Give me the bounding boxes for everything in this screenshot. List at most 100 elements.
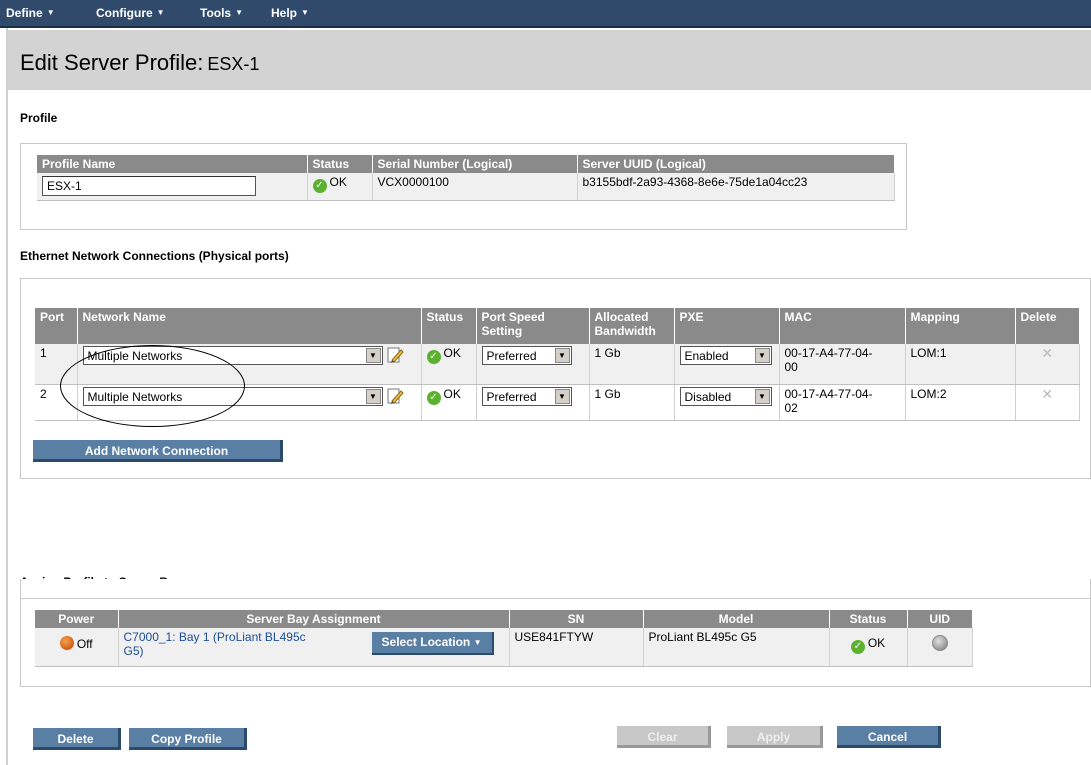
col-delete: Delete — [1015, 308, 1080, 344]
delete-button[interactable]: Delete — [33, 728, 121, 750]
profile-table-header: Profile Name Status Serial Number (Logic… — [37, 155, 895, 173]
col-port-speed-line1: Port Speed — [481, 310, 545, 324]
profile-panel: Profile Name Status Serial Number (Logic… — [20, 143, 907, 230]
server-status: OK — [867, 636, 886, 650]
check-ok-icon: ✓ — [312, 179, 327, 193]
bay-assignment-link[interactable]: C7000_1: Bay 1 (ProLiant BL495c G5) — [124, 630, 306, 658]
chevron-down-icon: ▼ — [301, 8, 309, 17]
network-connection-row: 1 Multiple Networks ▼ ✓ OK Preferred ▼ 1 Gb… — [35, 344, 1080, 385]
col-pxe: PXE — [674, 308, 780, 344]
port-speed-cell: Preferred ▼ — [476, 344, 590, 385]
col-status: Status — [307, 155, 373, 173]
col-uid: UID — [907, 610, 973, 628]
server-bay-panel: Power Server Bay Assignment SN Model Sta… — [20, 598, 1091, 687]
pxe-value: Enabled — [684, 349, 729, 363]
cancel-button[interactable]: Cancel — [837, 726, 941, 748]
col-sn: SN — [509, 610, 644, 628]
mac-line1: 00-17-A4-77-04- — [784, 346, 873, 360]
mac-cell: 00-17-A4-77-04- 00 — [779, 344, 906, 385]
col-server-bay-assignment: Server Bay Assignment — [118, 610, 510, 628]
connection-status: OK — [443, 386, 461, 401]
profile-serial: VCX0000100 — [372, 173, 578, 201]
port-speed-select[interactable]: Preferred ▼ — [481, 346, 572, 365]
profile-name-cell: ESX-1 — [37, 173, 308, 201]
server-bay-table: Power Server Bay Assignment SN Model Sta… — [35, 610, 973, 667]
bay-assignment-line2: G5) — [123, 644, 144, 658]
profile-table: Profile Name Status Serial Number (Logic… — [37, 155, 895, 201]
ethernet-table: Port Network Name Status Port Speed Setti… — [35, 308, 1080, 421]
select-location-button[interactable]: Select Location ▼ — [371, 632, 494, 655]
dropdown-arrow-icon: ▼ — [554, 388, 570, 404]
col-mapping: Mapping — [905, 308, 1016, 344]
profile-status: OK — [329, 175, 347, 189]
menu-configure[interactable]: Configure ▼ — [96, 6, 165, 20]
network-name-cell: Multiple Networks ▼ — [77, 344, 422, 385]
pxe-select[interactable]: Enabled ▼ — [679, 346, 772, 365]
network-name-value: Multiple Networks — [87, 349, 183, 363]
mapping: LOM:2 — [905, 384, 1016, 421]
page-title-label: Edit Server Profile: — [20, 50, 204, 75]
menu-define[interactable]: Define ▼ — [6, 6, 55, 20]
bay-assignment-content: C7000_1: Bay 1 (ProLiant BL495c G5) Selec… — [124, 630, 504, 658]
check-ok-icon: ✓ — [850, 640, 865, 654]
profile-section-title: Profile — [20, 111, 58, 125]
col-serial-number: Serial Number (Logical) — [372, 155, 578, 173]
col-port-speed: Port Speed Setting — [476, 308, 590, 344]
apply-button[interactable]: Apply — [727, 726, 823, 748]
clear-button[interactable]: Clear — [617, 726, 711, 748]
bay-assignment-cell: C7000_1: Bay 1 (ProLiant BL495c G5) Selec… — [118, 628, 510, 667]
network-name-cell: Multiple Networks ▼ — [77, 384, 422, 421]
power-cell: Off — [35, 628, 119, 667]
pxe-select[interactable]: Disabled ▼ — [679, 386, 772, 406]
pxe-cell: Enabled ▼ — [674, 344, 780, 385]
col-port-speed-line2: Setting — [481, 324, 523, 338]
network-name-value: Multiple Networks — [87, 389, 183, 404]
uid-light-icon[interactable] — [931, 635, 948, 651]
allocated-bandwidth: 1 Gb — [589, 384, 675, 421]
col-port: Port — [35, 308, 78, 344]
dropdown-arrow-icon: ▼ — [754, 348, 770, 363]
mac-line1: 00-17-A4-77-04- — [784, 386, 873, 401]
col-allocated-line1: Allocated — [594, 310, 649, 324]
page-title-profile-name: ESX-1 — [207, 54, 260, 74]
select-location-label: Select Location — [381, 635, 471, 649]
chevron-down-icon: ▼ — [46, 8, 55, 17]
menu-tools[interactable]: Tools ▼ — [200, 6, 243, 20]
server-bay-header: Power Server Bay Assignment SN Model Sta… — [35, 610, 973, 628]
pxe-cell: Disabled ▼ — [674, 384, 780, 421]
edit-pencil-icon[interactable] — [386, 387, 404, 405]
copy-profile-button[interactable]: Copy Profile — [129, 728, 247, 750]
delete-x-icon[interactable]: ✕ — [1015, 344, 1080, 385]
col-server-uuid: Server UUID (Logical) — [577, 155, 895, 173]
profile-name-input[interactable]: ESX-1 — [42, 176, 256, 196]
server-status-cell: ✓ OK — [829, 628, 908, 667]
profile-table-row: ESX-1 ✓ OK VCX0000100 b3155bdf-2a93-4368-… — [37, 173, 895, 201]
edit-pencil-icon[interactable] — [386, 346, 404, 364]
menu-help-label: Help — [271, 6, 298, 20]
col-power: Power — [35, 610, 119, 628]
col-status: Status — [829, 610, 908, 628]
top-menu-bar: Define ▼ Configure ▼ Tools ▼ Help ▼ — [0, 0, 1091, 28]
col-profile-name: Profile Name — [37, 155, 308, 173]
port-number: 2 — [35, 384, 78, 421]
connection-status: OK — [443, 346, 461, 360]
ethernet-table-header: Port Network Name Status Port Speed Setti… — [35, 308, 1080, 344]
network-name-select[interactable]: Multiple Networks ▼ — [82, 386, 383, 406]
dropdown-arrow-icon: ▼ — [365, 348, 381, 363]
menu-help[interactable]: Help ▼ — [271, 6, 309, 20]
server-model: ProLiant BL495c G5 — [643, 628, 830, 667]
port-number: 1 — [35, 344, 78, 385]
ethernet-panel: Port Network Name Status Port Speed Setti… — [20, 278, 1091, 479]
delete-x-icon[interactable]: ✕ — [1015, 384, 1080, 421]
add-network-connection-button[interactable]: Add Network Connection — [33, 440, 283, 462]
chevron-down-icon: ▼ — [235, 8, 244, 17]
port-speed-select[interactable]: Preferred ▼ — [481, 386, 572, 406]
profile-uuid: b3155bdf-2a93-4368-8e6e-75de1a04cc23 — [577, 173, 895, 201]
chevron-down-icon: ▼ — [473, 638, 482, 647]
network-name-select[interactable]: Multiple Networks ▼ — [82, 346, 383, 365]
col-network-name: Network Name — [77, 308, 422, 344]
page-title: Edit Server Profile: ESX-1 — [20, 50, 259, 76]
network-connection-row: 2 Multiple Networks ▼ ✓ OK Preferred ▼ 1 Gb… — [35, 384, 1080, 421]
power-state: Off — [76, 637, 93, 651]
check-ok-icon: ✓ — [426, 390, 441, 405]
